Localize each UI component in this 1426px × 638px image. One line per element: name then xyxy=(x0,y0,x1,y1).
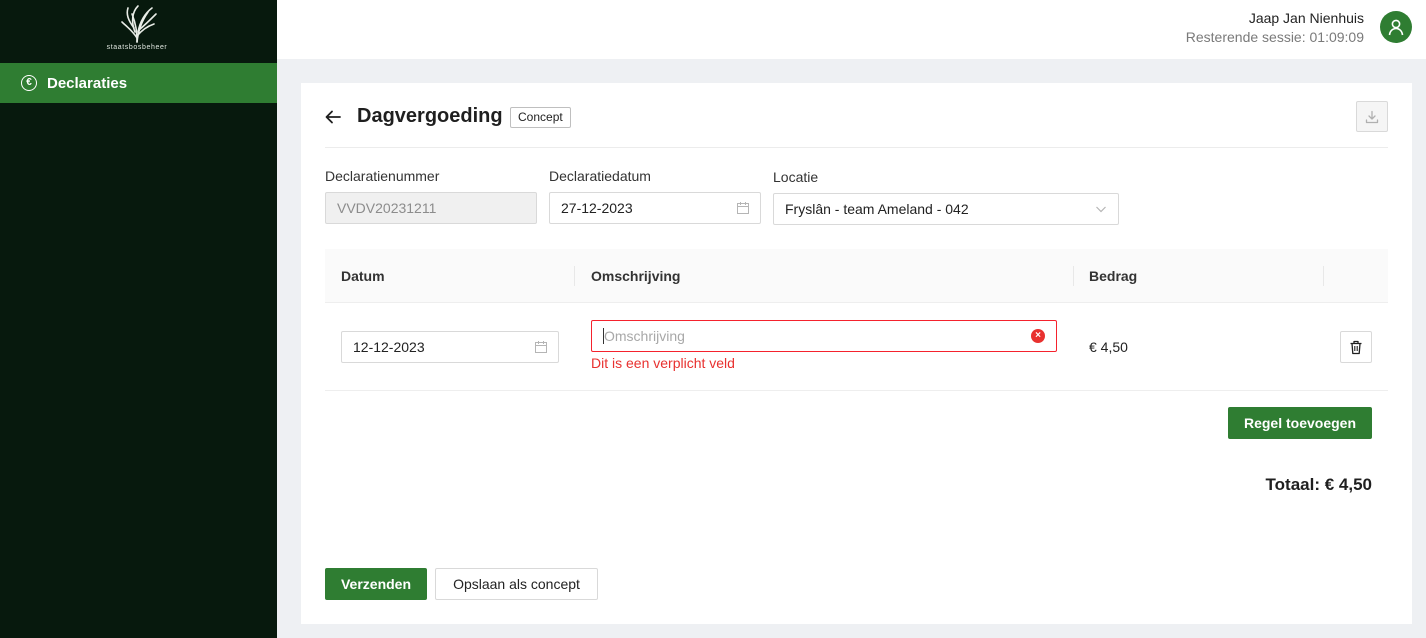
submit-button[interactable]: Verzenden xyxy=(325,568,427,600)
column-separator xyxy=(574,266,575,286)
euro-circle-icon: € xyxy=(21,75,37,91)
declaration-number-value: VVDV20231211 xyxy=(337,200,437,216)
column-separator xyxy=(1073,266,1074,286)
description-placeholder: Omschrijving xyxy=(604,328,685,344)
location-label: Locatie xyxy=(773,169,819,185)
user-avatar[interactable] xyxy=(1380,11,1412,43)
sidebar-item-declaraties[interactable]: € Declaraties xyxy=(0,63,277,103)
sidebar-item-label: Declaraties xyxy=(47,74,128,92)
user-name: Jaap Jan Nienhuis xyxy=(1248,10,1364,26)
text-caret xyxy=(603,328,604,345)
declaration-date-label: Declaratiedatum xyxy=(549,168,651,184)
download-button[interactable] xyxy=(1356,101,1388,132)
description-error-message: Dit is een verplicht veld xyxy=(591,355,735,371)
sidebar: staatsbosbeheer € Declaraties xyxy=(0,0,277,638)
calendar-icon xyxy=(535,341,547,353)
download-icon xyxy=(1365,110,1379,123)
table-header: Datum Omschrijving Bedrag xyxy=(325,249,1388,303)
trash-icon xyxy=(1350,340,1362,354)
user-icon xyxy=(1388,19,1404,36)
delete-row-button[interactable] xyxy=(1340,331,1372,363)
back-arrow-icon[interactable] xyxy=(323,107,343,127)
logo-wordmark: staatsbosbeheer xyxy=(106,44,168,51)
column-header-omschrijving: Omschrijving xyxy=(591,268,681,284)
declaration-date-picker[interactable]: 27-12-2023 xyxy=(549,192,761,224)
declaration-number-field: VVDV20231211 xyxy=(325,192,537,224)
clear-error-icon[interactable]: × xyxy=(1031,329,1045,343)
page-title: Dagvergoeding xyxy=(357,105,503,127)
table-row: 12-12-2023 Omschrijving × Dit is een ver… xyxy=(325,304,1388,391)
header-divider xyxy=(325,147,1388,148)
row-description-input[interactable]: Omschrijving × xyxy=(591,320,1057,352)
session-timer: Resterende sessie: 01:09:09 xyxy=(1185,29,1364,45)
chevron-down-icon xyxy=(1096,206,1106,213)
calendar-icon xyxy=(737,202,749,214)
declaration-card: Dagvergoeding Concept Declaratienummer V… xyxy=(301,83,1412,624)
location-select[interactable]: Fryslân - team Ameland - 042 xyxy=(773,193,1119,225)
status-badge: Concept xyxy=(510,107,571,128)
declaration-date-value: 27-12-2023 xyxy=(561,200,633,216)
column-header-datum: Datum xyxy=(341,268,385,284)
tree-logo-icon xyxy=(121,5,157,43)
column-header-bedrag: Bedrag xyxy=(1089,268,1138,284)
declaration-number-label: Declaratienummer xyxy=(325,168,440,184)
total-amount: Totaal: € 4,50 xyxy=(1265,475,1372,494)
save-draft-button[interactable]: Opslaan als concept xyxy=(435,568,598,600)
column-separator xyxy=(1323,266,1324,286)
row-date-value: 12-12-2023 xyxy=(353,339,425,355)
top-header: Jaap Jan Nienhuis Resterende sessie: 01:… xyxy=(277,0,1426,59)
location-value: Fryslân - team Ameland - 042 xyxy=(785,201,969,217)
row-amount: € 4,50 xyxy=(1089,339,1128,355)
add-row-button[interactable]: Regel toevoegen xyxy=(1227,407,1372,439)
staatsbosbeheer-logo[interactable]: staatsbosbeheer xyxy=(104,2,170,56)
row-date-picker[interactable]: 12-12-2023 xyxy=(341,331,559,363)
